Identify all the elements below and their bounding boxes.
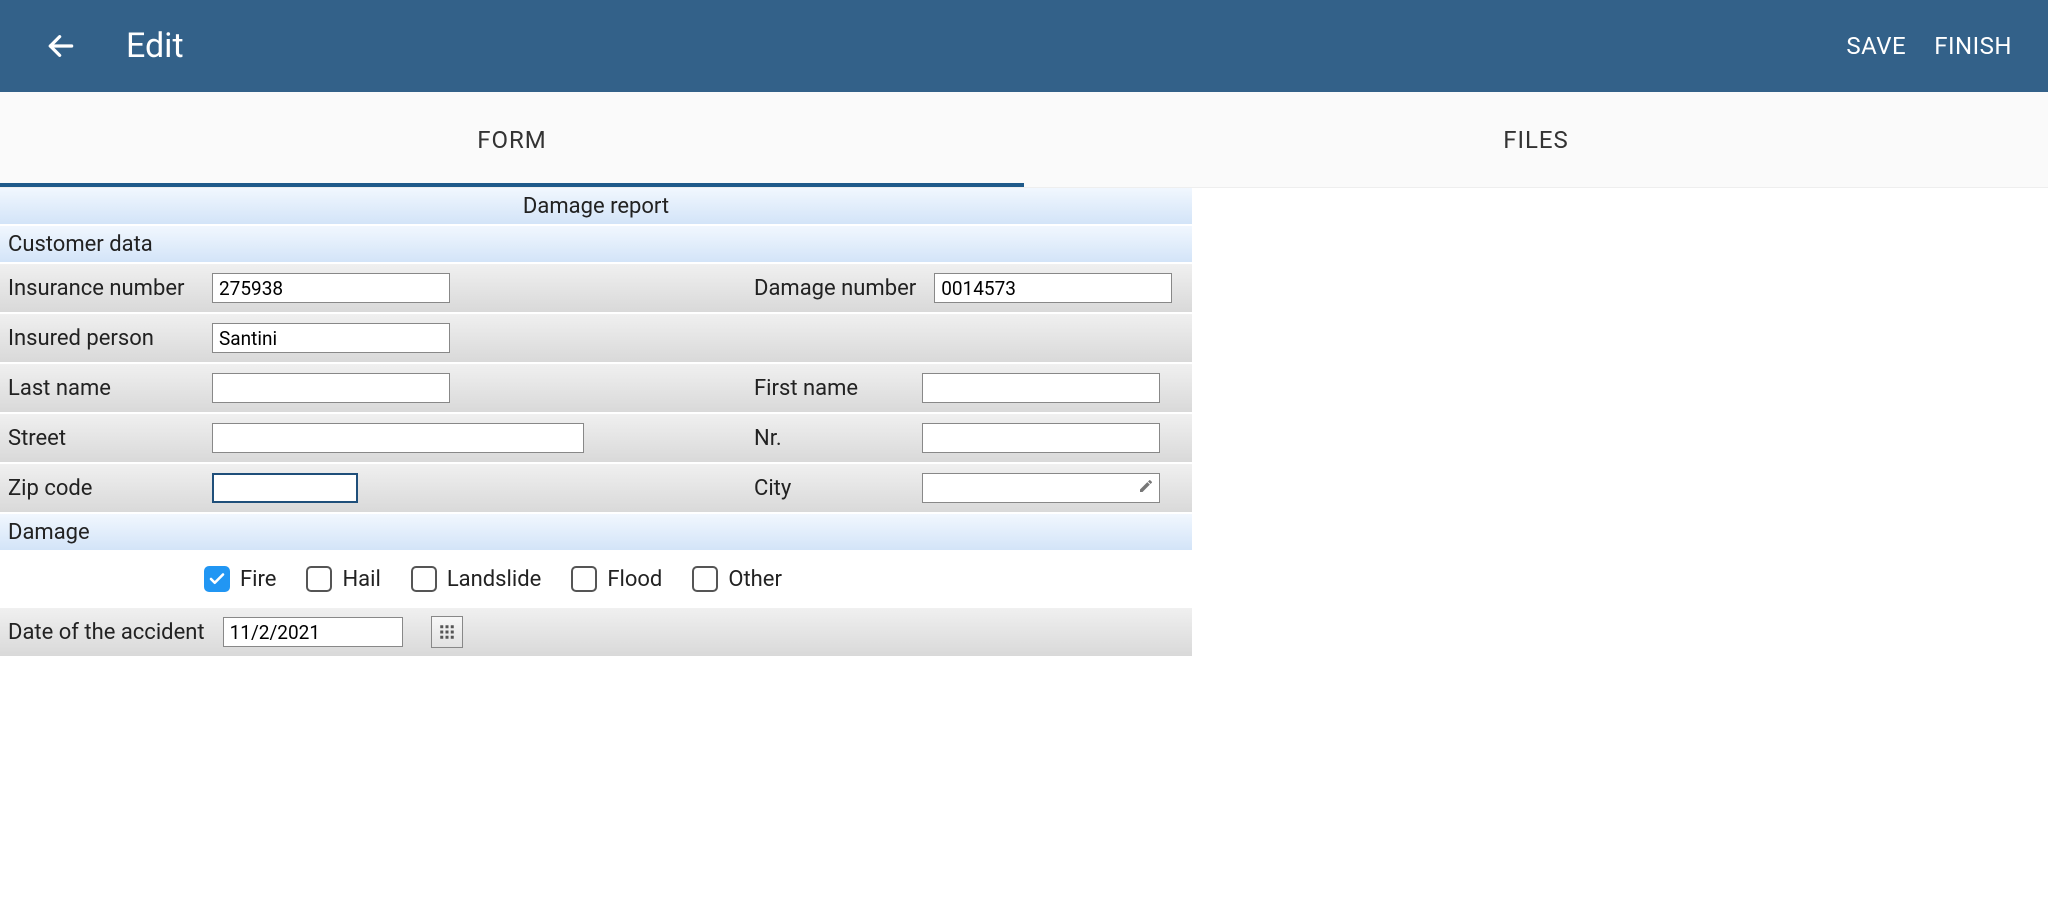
checkbox-icon <box>692 566 718 592</box>
check-other[interactable]: Other <box>692 566 782 592</box>
tab-files-label: FILES <box>1503 126 1569 154</box>
input-zip[interactable] <box>212 473 358 503</box>
row-insurance: Insurance number Damage number <box>0 264 1192 312</box>
customer-section-label: Customer data <box>8 232 153 257</box>
tab-form[interactable]: FORM <box>0 92 1024 187</box>
label-nr: Nr. <box>754 426 904 451</box>
row-names: Last name First name <box>0 364 1192 412</box>
input-accident-date[interactable] <box>223 617 403 647</box>
label-first-name: First name <box>754 376 904 401</box>
input-last-name[interactable] <box>212 373 450 403</box>
check-landslide-label: Landslide <box>447 567 542 592</box>
check-flood-label: Flood <box>607 567 662 592</box>
appbar-actions: SAVE FINISH <box>1846 32 2012 60</box>
checkbox-icon <box>306 566 332 592</box>
label-street: Street <box>8 426 194 451</box>
row-zip-city: Zip code City <box>0 464 1192 512</box>
checkbox-icon <box>571 566 597 592</box>
finish-button[interactable]: FINISH <box>1934 32 2012 60</box>
input-nr[interactable] <box>922 423 1160 453</box>
input-first-name[interactable] <box>922 373 1160 403</box>
label-city: City <box>754 476 904 501</box>
date-picker-button[interactable] <box>431 616 463 648</box>
form-panel: Damage report Customer data Insurance nu… <box>0 188 1192 656</box>
arrow-left-icon <box>45 30 77 62</box>
save-button[interactable]: SAVE <box>1846 32 1906 60</box>
label-zip: Zip code <box>8 476 194 501</box>
check-fire[interactable]: Fire <box>204 566 276 592</box>
check-fire-label: Fire <box>240 567 276 592</box>
label-last-name: Last name <box>8 376 194 401</box>
customer-section-heading: Customer data <box>0 226 1192 262</box>
checkbox-icon <box>411 566 437 592</box>
label-damage-number: Damage number <box>754 276 916 301</box>
report-title: Damage report <box>523 194 669 219</box>
row-insured-person: Insured person <box>0 314 1192 362</box>
label-accident-date: Date of the accident <box>8 620 205 645</box>
input-city[interactable] <box>922 473 1160 503</box>
tab-form-label: FORM <box>477 126 547 154</box>
input-insured-person[interactable] <box>212 323 450 353</box>
checkbox-icon <box>204 566 230 592</box>
back-button[interactable] <box>44 29 78 63</box>
check-other-label: Other <box>728 567 782 592</box>
calendar-grid-icon <box>438 623 456 641</box>
check-flood[interactable]: Flood <box>571 566 662 592</box>
check-hail[interactable]: Hail <box>306 566 380 592</box>
report-title-band: Damage report <box>0 188 1192 224</box>
tab-bar: FORM FILES <box>0 92 2048 188</box>
tab-files[interactable]: FILES <box>1024 92 2048 187</box>
input-street[interactable] <box>212 423 584 453</box>
damage-section-heading: Damage <box>0 514 1192 550</box>
input-damage-number[interactable] <box>934 273 1172 303</box>
input-insurance-number[interactable] <box>212 273 450 303</box>
label-insured-person: Insured person <box>8 326 194 351</box>
damage-section-label: Damage <box>8 520 90 545</box>
app-bar: Edit SAVE FINISH <box>0 0 2048 92</box>
damage-type-row: Fire Hail Landslide Flood Other <box>0 552 1192 606</box>
label-insurance-number: Insurance number <box>8 276 194 301</box>
check-hail-label: Hail <box>342 567 380 592</box>
row-accident-date: Date of the accident <box>0 608 1192 656</box>
check-landslide[interactable]: Landslide <box>411 566 542 592</box>
page-title: Edit <box>126 26 1846 66</box>
row-street: Street Nr. <box>0 414 1192 462</box>
